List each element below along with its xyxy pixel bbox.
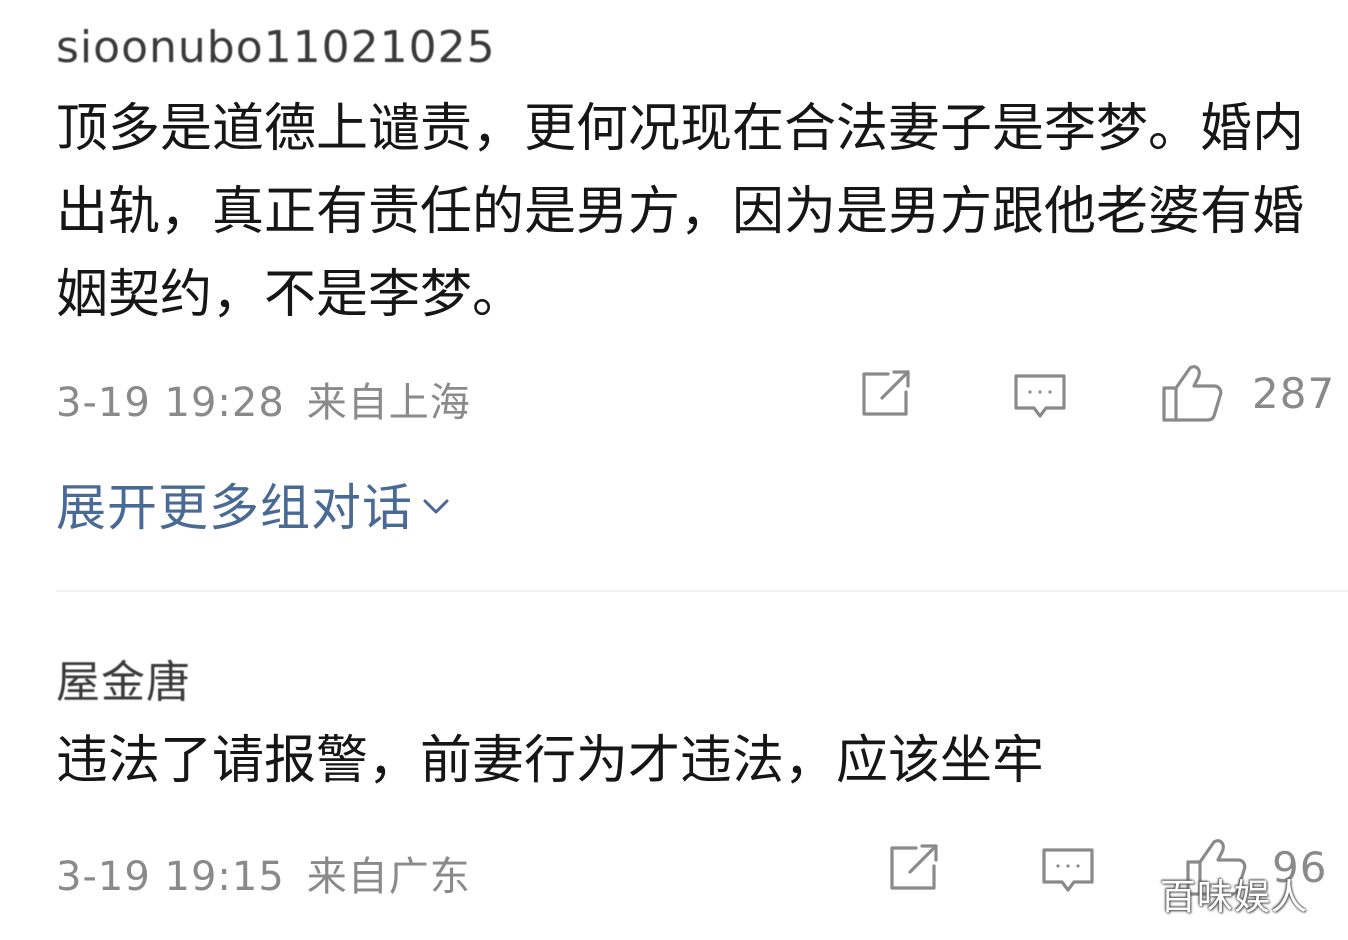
comment-time: 3-19 19:15 [56,854,285,900]
comment-icon [1042,848,1094,892]
watermark-text: 百味娱人 [1160,877,1309,918]
comment-meta: 3-19 19:28 来自上海 [56,370,471,428]
comment-item: sioonubo11021025 顶多是道德上谴责，更何况现在合法妻子是李梦。婚… [0,0,1348,590]
comment-username[interactable]: sioonubo11021025 [56,22,496,73]
comment-icon [1014,374,1066,418]
comment-item: 屋金唐 违法了请报警，前妻行为才违法，应该坐牢 3-19 19:15 来自广东 9… [0,592,1348,940]
comment-meta: 3-19 19:15 来自广东 [56,844,471,902]
comment-text: 顶多是道德上谴责，更何况现在合法妻子是李梦。婚内出轨，真正有责任的是男方，因为是… [56,99,1305,325]
reply-button[interactable] [1040,844,1096,896]
expand-label: 展开更多组对话 [56,479,413,537]
comment-username[interactable]: 屋金唐 [56,646,191,710]
comment-time: 3-19 19:28 [56,380,285,426]
like-count: 287 [1252,368,1336,418]
share-icon [890,844,938,890]
reply-button[interactable] [1012,370,1068,422]
chevron-down-icon [423,499,449,514]
thumbs-up-icon [1162,365,1223,422]
like-button[interactable]: 287 [1160,362,1335,424]
expand-conversation-link[interactable]: 展开更多组对话 [56,468,451,540]
share-button[interactable] [858,368,914,420]
share-icon [862,370,910,416]
comment-location: 来自广东 [306,854,471,900]
share-button[interactable] [886,842,942,894]
comment-location: 来自上海 [306,380,471,426]
comment-text: 违法了请报警，前妻行为才违法，应该坐牢 [56,731,1045,791]
